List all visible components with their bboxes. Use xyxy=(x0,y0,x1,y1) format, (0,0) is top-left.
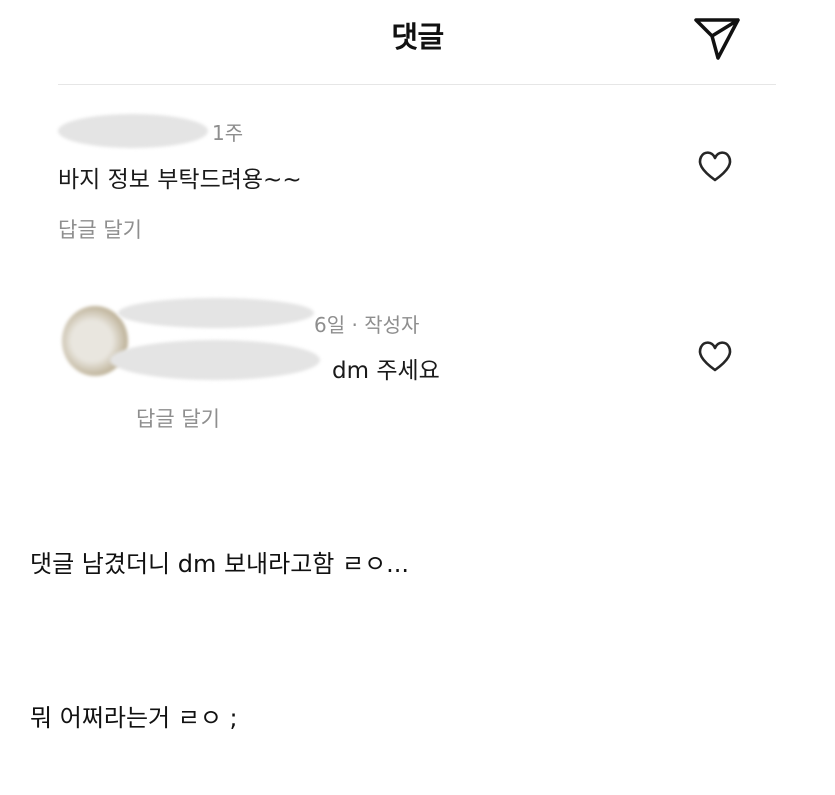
redacted-username xyxy=(118,298,314,328)
paper-plane-icon xyxy=(694,18,740,60)
caption-line: 뭐 어쩌라는거 ㄹㅇ ; xyxy=(30,704,238,732)
heart-icon xyxy=(698,341,732,372)
reply-button[interactable]: 답글 달기 xyxy=(136,403,220,433)
header-divider xyxy=(58,84,776,85)
comment-time: 1주 xyxy=(212,121,244,145)
comments-header: 댓글 xyxy=(0,0,835,84)
like-button[interactable] xyxy=(695,336,735,376)
caption-line: 댓글 남겼더니 dm 보내라고함 ㄹㅇ... xyxy=(30,550,410,578)
send-button[interactable] xyxy=(690,12,744,66)
redacted-username xyxy=(58,114,208,148)
heart-icon xyxy=(698,151,732,182)
comment-text: dm 주세요 xyxy=(332,358,440,384)
comment-time: 6일 · 작성자 xyxy=(314,313,420,337)
like-button[interactable] xyxy=(695,146,735,186)
comment-text: 바지 정보 부탁드려용~~ xyxy=(58,167,302,193)
redacted-username xyxy=(110,340,320,380)
reply-button[interactable]: 답글 달기 xyxy=(58,214,142,244)
